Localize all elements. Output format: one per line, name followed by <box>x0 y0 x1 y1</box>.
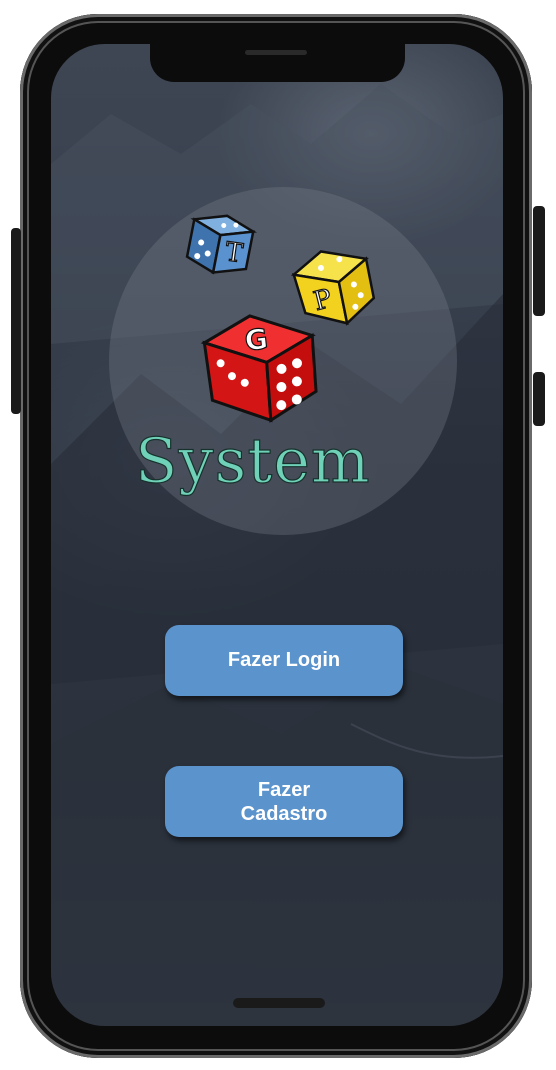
red-die-letter: G <box>243 322 269 357</box>
signup-button[interactable]: Fazer Cadastro <box>165 766 403 837</box>
signup-button-label-line1: Fazer <box>257 778 311 801</box>
signup-button-label-line2: Cadastro <box>240 802 328 825</box>
login-button[interactable]: Fazer Login <box>165 625 403 696</box>
home-indicator <box>233 998 325 1008</box>
phone-speaker <box>245 50 307 55</box>
yellow-die-icon: P <box>290 250 376 326</box>
phone-volume-button <box>11 228 21 414</box>
red-die-icon: G <box>200 314 318 423</box>
blue-die-icon: T <box>185 214 258 275</box>
logo-system-text: System <box>134 423 371 497</box>
phone-side-button <box>533 372 545 426</box>
phone-power-button <box>533 206 545 316</box>
phone-notch <box>150 40 405 82</box>
